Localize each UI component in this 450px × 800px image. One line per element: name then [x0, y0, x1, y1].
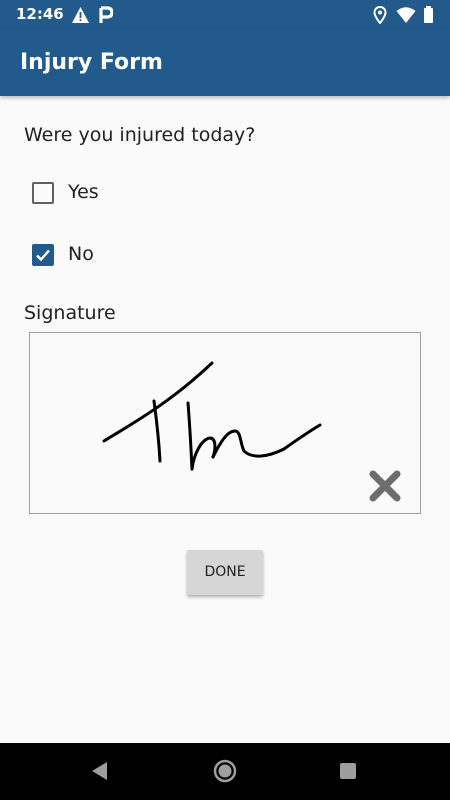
- battery-icon: [424, 6, 433, 23]
- nav-bar: [0, 743, 450, 800]
- clear-signature-icon[interactable]: [368, 469, 402, 503]
- no-label: No: [68, 243, 94, 265]
- recents-icon[interactable]: [339, 762, 357, 780]
- alert-icon: [72, 7, 89, 23]
- signature-label: Signature: [24, 302, 116, 324]
- signature-pad[interactable]: [29, 332, 421, 514]
- home-icon[interactable]: [213, 759, 237, 783]
- back-icon[interactable]: [91, 761, 109, 781]
- status-bar: 12:46: [0, 0, 450, 30]
- injury-question: Were you injured today?: [24, 124, 256, 146]
- checkmark-icon: [36, 249, 50, 262]
- app-title: Injury Form: [20, 50, 163, 75]
- yes-label: Yes: [68, 181, 99, 203]
- wifi-icon: [396, 7, 416, 23]
- no-checkbox[interactable]: [32, 244, 54, 266]
- yes-checkbox[interactable]: [32, 182, 54, 204]
- location-icon: [373, 6, 387, 24]
- p-icon: [99, 6, 113, 23]
- app-bar: Injury Form: [0, 30, 450, 96]
- status-time: 12:46: [16, 5, 64, 23]
- signature-drawing: [102, 361, 322, 471]
- done-button[interactable]: DONE: [187, 550, 263, 595]
